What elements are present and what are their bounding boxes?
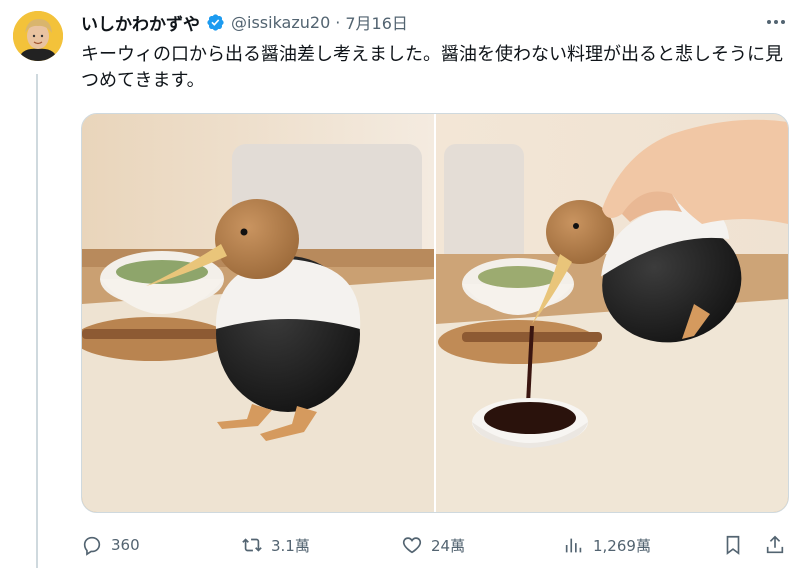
reply-button[interactable]: 360 xyxy=(81,527,140,563)
retweet-count: 3.1萬 xyxy=(271,536,310,555)
kiwi-photo-right xyxy=(436,114,788,512)
views-icon xyxy=(565,538,582,553)
display-name[interactable]: いしかわかずや xyxy=(81,10,200,35)
retweet-button[interactable]: 3.1萬 xyxy=(241,527,310,563)
share-icon xyxy=(766,535,784,554)
thread-line xyxy=(36,74,38,568)
like-count: 24萬 xyxy=(431,536,466,555)
retweet-icon xyxy=(242,538,262,552)
reply-icon xyxy=(83,536,101,556)
like-icon xyxy=(402,537,422,554)
tweet-header: いしかわかずや @issikazu20 · 7月16日 xyxy=(81,10,408,35)
views-button[interactable]: 1,269萬 xyxy=(563,527,651,563)
bookmark-button[interactable] xyxy=(722,527,744,563)
handle[interactable]: @issikazu20 xyxy=(231,13,330,32)
more-icon[interactable] xyxy=(764,12,788,32)
avatar-image xyxy=(13,11,63,61)
tweet-date[interactable]: 7月16日 xyxy=(345,10,408,34)
views-count: 1,269萬 xyxy=(593,536,651,555)
reply-count: 360 xyxy=(111,536,140,554)
verified-badge-icon xyxy=(206,13,225,32)
bookmark-icon xyxy=(726,535,740,555)
like-button[interactable]: 24萬 xyxy=(401,527,465,563)
avatar[interactable] xyxy=(13,11,63,61)
tweet-text: キーウィの口から出る醤油差し考えました。醤油を使わない料理が出ると悲しそうに見つ… xyxy=(81,44,783,91)
tweet-media[interactable] xyxy=(81,113,789,513)
separator-dot: · xyxy=(335,12,341,32)
kiwi-photo-left xyxy=(82,114,434,512)
share-button[interactable] xyxy=(764,527,786,563)
tweet-actions: 360 3.1萬 24萬 1,269萬 xyxy=(81,527,796,563)
